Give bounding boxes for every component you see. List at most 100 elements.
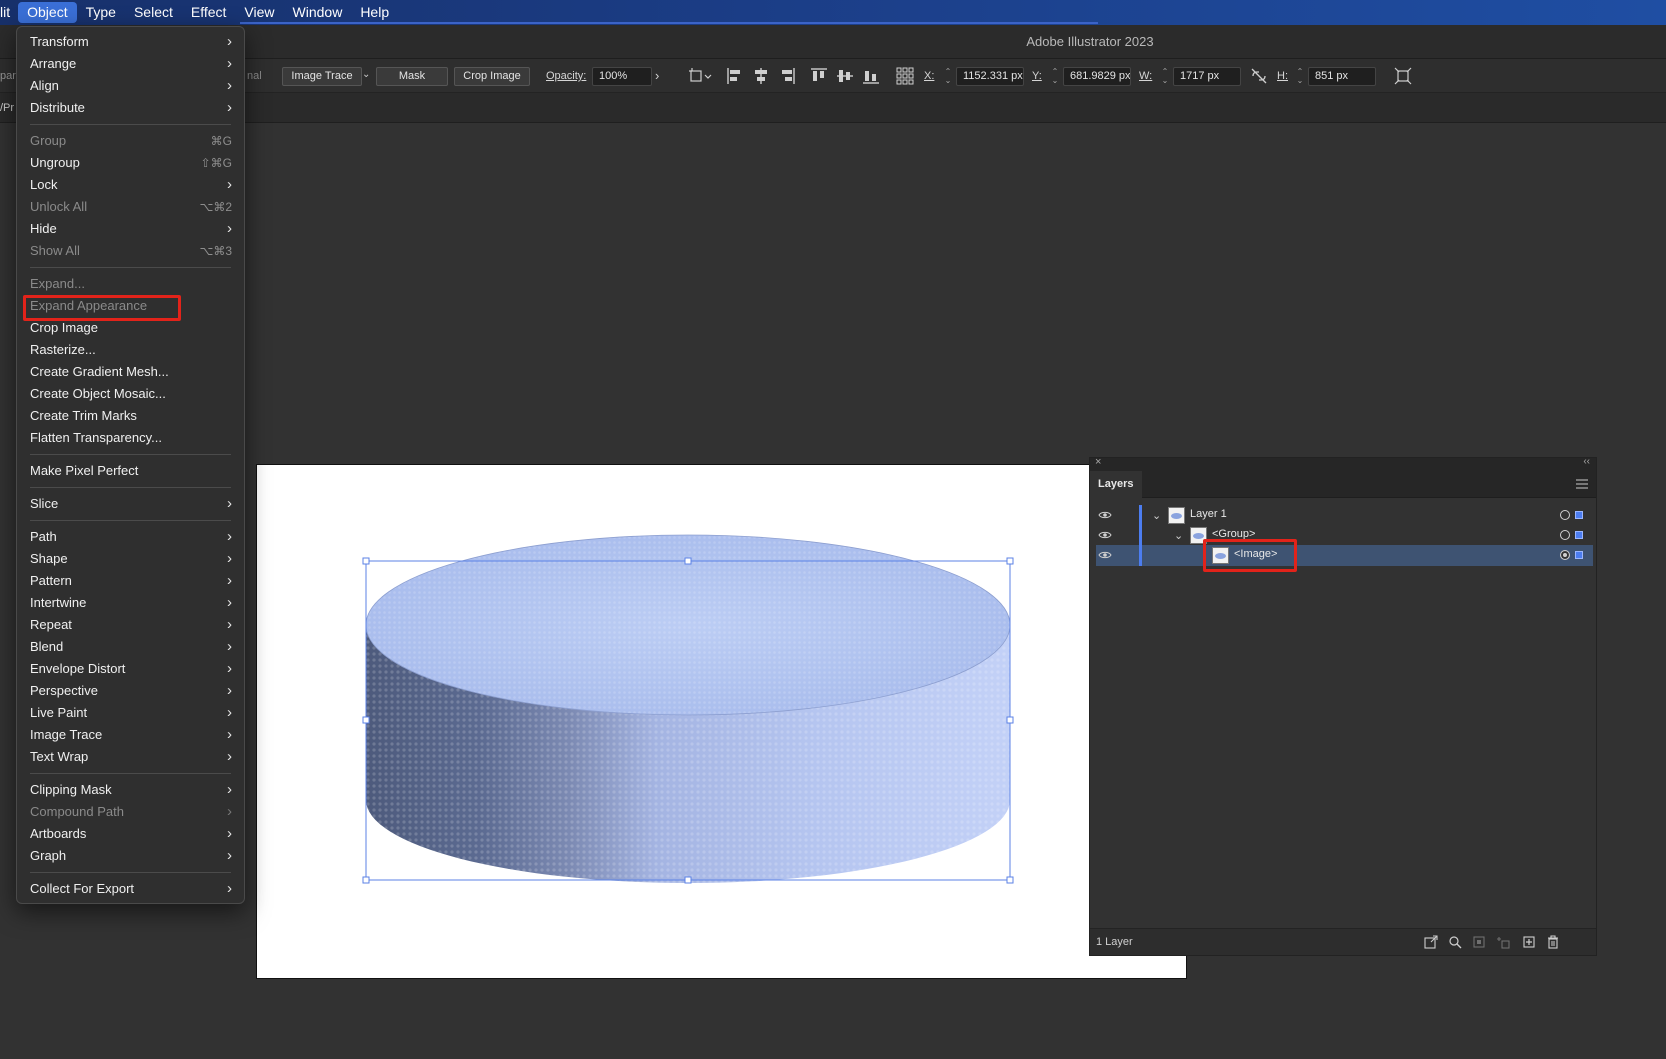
- menu-item-repeat[interactable]: Repeat ›: [17, 614, 244, 636]
- selection-indicator[interactable]: [1575, 551, 1583, 559]
- image-trace-button[interactable]: Image Trace: [282, 67, 362, 86]
- selection-indicator[interactable]: [1575, 531, 1583, 539]
- cylinder-artwork[interactable]: [257, 465, 1188, 980]
- layer-name[interactable]: Layer 1: [1190, 508, 1227, 520]
- menu-item-create-gradient-mesh[interactable]: Create Gradient Mesh...: [17, 361, 244, 383]
- visibility-eye-icon[interactable]: [1098, 550, 1112, 560]
- h-label: H:: [1277, 70, 1288, 82]
- target-circle-icon[interactable]: [1560, 550, 1570, 560]
- menu-select[interactable]: Select: [125, 0, 182, 25]
- tab-layers[interactable]: Layers: [1090, 471, 1142, 498]
- h-stepper[interactable]: ⌃ ⌄: [1295, 67, 1305, 86]
- w-input[interactable]: 1717 px: [1173, 67, 1241, 86]
- menu-item-path[interactable]: Path ›: [17, 526, 244, 548]
- menu-item-graph[interactable]: Graph ›: [17, 845, 244, 867]
- menu-item-live-paint[interactable]: Live Paint ›: [17, 702, 244, 724]
- menu-item-artboards[interactable]: Artboards ›: [17, 823, 244, 845]
- menu-object[interactable]: Object: [18, 2, 77, 23]
- image-layer-highlight: [1203, 539, 1297, 572]
- search-icon[interactable]: [1448, 935, 1462, 949]
- menu-effect[interactable]: Effect: [182, 0, 236, 25]
- target-circle-icon[interactable]: [1560, 510, 1570, 520]
- crop-image-button[interactable]: Crop Image: [454, 67, 530, 86]
- layer-row-layer-1[interactable]: ⌄ Layer 1: [1096, 505, 1593, 526]
- w-stepper[interactable]: ⌃ ⌄: [1160, 67, 1170, 86]
- menu-item-clipping-mask[interactable]: Clipping Mask ›: [17, 779, 244, 801]
- visibility-eye-icon[interactable]: [1098, 510, 1112, 520]
- menu-item-blend[interactable]: Blend ›: [17, 636, 244, 658]
- expand-toggle-icon[interactable]: ⌄: [1152, 509, 1161, 522]
- menu-item-align[interactable]: Align ›: [17, 75, 244, 97]
- collapse-icon[interactable]: ‹‹: [1583, 456, 1590, 467]
- menu-item-label: Intertwine: [30, 595, 87, 610]
- selection-indicator[interactable]: [1575, 511, 1583, 519]
- menu-separator: [30, 773, 231, 774]
- menu-item-label: Slice: [30, 496, 59, 511]
- align-bottom-icon[interactable]: [862, 67, 880, 85]
- visibility-eye-icon[interactable]: [1098, 530, 1112, 540]
- constrain-proportions-icon[interactable]: [1250, 67, 1268, 85]
- menu-item-shortcut: ⌥⌘2: [199, 200, 232, 214]
- menu-item-make-pixel-perfect[interactable]: Make Pixel Perfect: [17, 460, 244, 482]
- layer-row-group[interactable]: ⌄ <Group>: [1096, 525, 1593, 546]
- panel-menu-icon[interactable]: [1576, 479, 1588, 489]
- menu-item-label: Transform: [30, 34, 89, 49]
- menu-item-text-wrap[interactable]: Text Wrap ›: [17, 746, 244, 768]
- menu-item-image-trace[interactable]: Image Trace ›: [17, 724, 244, 746]
- menu-item-create-trim-marks[interactable]: Create Trim Marks: [17, 405, 244, 427]
- menu-item-lock[interactable]: Lock ›: [17, 174, 244, 196]
- menu-separator: [30, 124, 231, 125]
- opacity-input[interactable]: 100%: [592, 67, 652, 86]
- menu-item-hide[interactable]: Hide ›: [17, 218, 244, 240]
- menu-item-label: Create Gradient Mesh...: [30, 364, 169, 379]
- image-trace-dropdown-icon[interactable]: ⌄: [362, 69, 370, 80]
- align-vertical-center-icon[interactable]: [836, 67, 854, 85]
- export-icon[interactable]: [1424, 935, 1438, 949]
- layer-row-image[interactable]: <Image>: [1096, 545, 1593, 566]
- menu-item-label: Rasterize...: [30, 342, 96, 357]
- menu-item-envelope-distort[interactable]: Envelope Distort ›: [17, 658, 244, 680]
- menu-item-label: Path: [30, 529, 57, 544]
- target-circle-icon[interactable]: [1560, 530, 1570, 540]
- menu-type[interactable]: Type: [77, 0, 125, 25]
- menu-item-create-object-mosaic[interactable]: Create Object Mosaic...: [17, 383, 244, 405]
- x-input[interactable]: 1152.331 px: [956, 67, 1024, 86]
- menu-edit-clipped[interactable]: lit: [0, 0, 18, 25]
- menu-item-collect-for-export[interactable]: Collect For Export ›: [17, 878, 244, 900]
- align-right-icon[interactable]: [778, 67, 796, 85]
- align-horizontal-center-icon[interactable]: [752, 67, 770, 85]
- menu-item-flatten-transparency[interactable]: Flatten Transparency...: [17, 427, 244, 449]
- mask-button[interactable]: Mask: [376, 67, 448, 86]
- menu-item-transform[interactable]: Transform ›: [17, 31, 244, 53]
- x-stepper[interactable]: ⌃ ⌄: [943, 67, 953, 86]
- menu-item-ungroup[interactable]: Ungroup ⇧⌘G: [17, 152, 244, 174]
- opacity-expand-icon[interactable]: ›: [655, 68, 659, 83]
- transform-reference-icon[interactable]: [688, 67, 714, 85]
- layer-color-bar: [1139, 525, 1142, 546]
- menu-item-intertwine[interactable]: Intertwine ›: [17, 592, 244, 614]
- menu-item-arrange[interactable]: Arrange ›: [17, 53, 244, 75]
- control-bar-clipped-label-2: nal: [247, 70, 262, 82]
- menu-item-label: Image Trace: [30, 727, 103, 742]
- menu-item-distribute[interactable]: Distribute ›: [17, 97, 244, 119]
- align-left-icon[interactable]: [726, 67, 744, 85]
- y-stepper[interactable]: ⌃ ⌄: [1050, 67, 1060, 86]
- expand-toggle-icon[interactable]: ⌄: [1174, 529, 1183, 542]
- close-icon[interactable]: ×: [1095, 456, 1101, 468]
- menu-item-slice[interactable]: Slice ›: [17, 493, 244, 515]
- menu-item-rasterize[interactable]: Rasterize...: [17, 339, 244, 361]
- h-input[interactable]: 851 px: [1308, 67, 1376, 86]
- transform-each-icon[interactable]: [1394, 67, 1412, 85]
- artboard[interactable]: [256, 464, 1187, 979]
- new-layer-icon[interactable]: [1522, 935, 1536, 949]
- menu-item-shape[interactable]: Shape ›: [17, 548, 244, 570]
- menu-item-label: Lock: [30, 177, 58, 192]
- reference-point-icon[interactable]: [896, 67, 914, 85]
- menu-item-pattern[interactable]: Pattern ›: [17, 570, 244, 592]
- menu-item-perspective[interactable]: Perspective ›: [17, 680, 244, 702]
- delete-icon[interactable]: [1546, 935, 1560, 949]
- document-tab-clipped[interactable]: /Pr: [0, 102, 14, 114]
- align-top-icon[interactable]: [810, 67, 828, 85]
- chevron-right-icon: ›: [227, 825, 232, 842]
- y-input[interactable]: 681.9829 px: [1063, 67, 1131, 86]
